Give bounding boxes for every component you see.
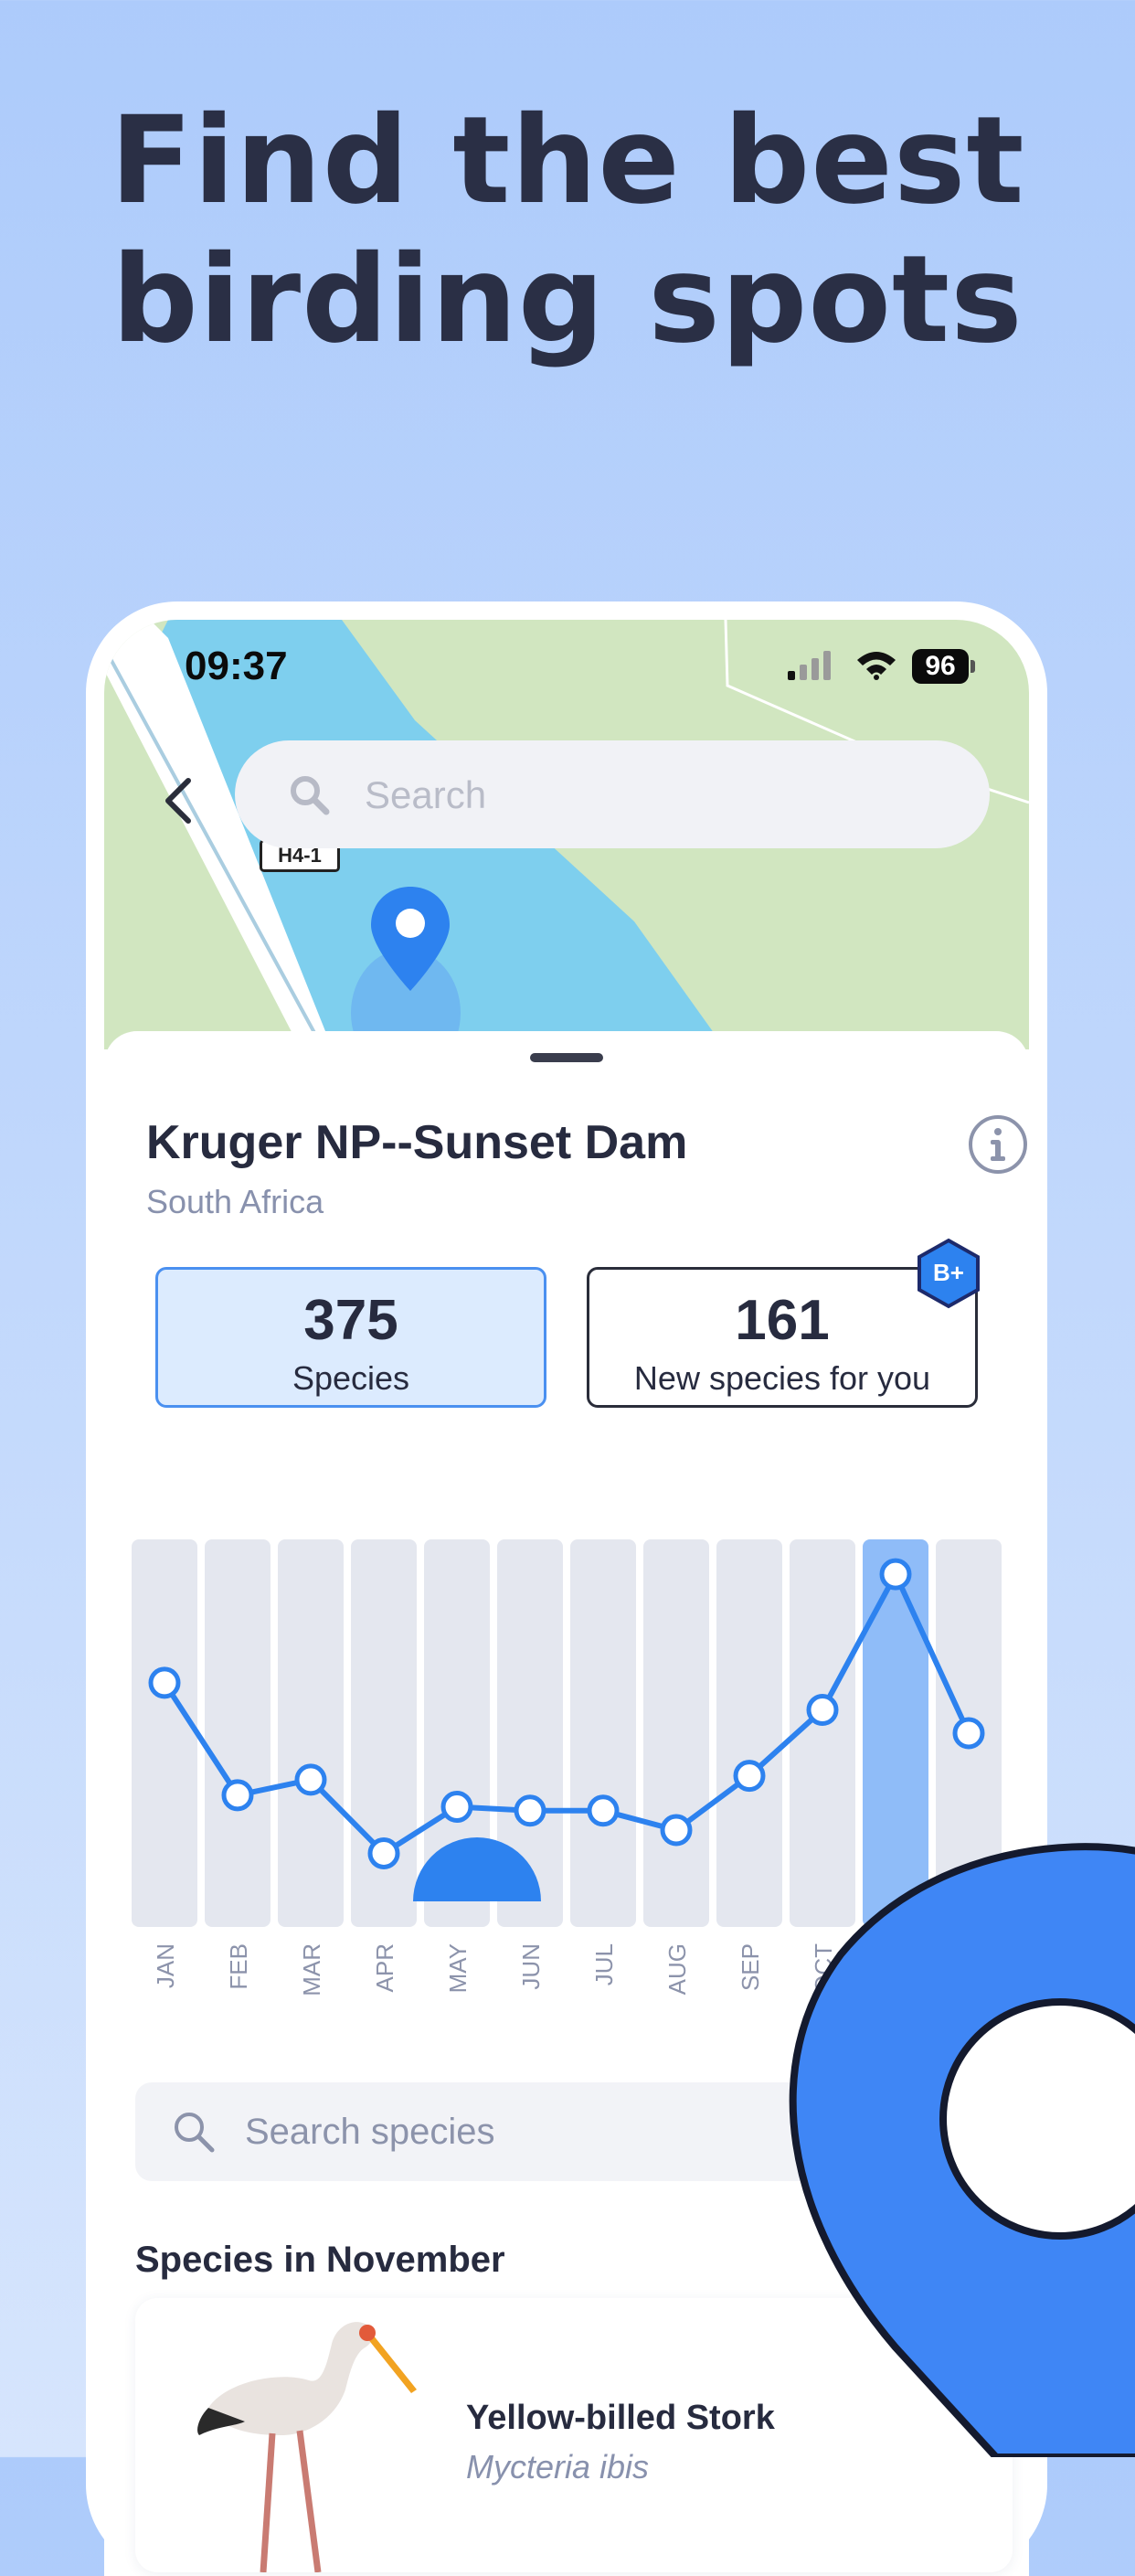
chart-point-nov	[879, 1558, 912, 1591]
species-count-card[interactable]: 375 Species	[155, 1267, 546, 1408]
bird-photo	[197, 2322, 417, 2572]
chart-tick-jan: JAN	[152, 1943, 179, 1988]
chart-tick-feb: FEB	[225, 1943, 252, 1990]
species-count-label: Species	[292, 1359, 410, 1397]
battery-cap	[971, 660, 975, 673]
premium-badge-text: B+	[933, 1259, 964, 1286]
species-common-name: Yellow-billed Stork	[466, 2399, 775, 2437]
signal-icon	[788, 651, 831, 680]
chart-point-jan	[148, 1666, 181, 1699]
chart-bar-aug[interactable]	[643, 1539, 709, 1927]
info-icon[interactable]	[967, 1113, 1029, 1176]
floating-action-button[interactable]	[413, 1828, 541, 1901]
chart-point-aug	[660, 1814, 693, 1847]
chart-bar-feb[interactable]	[205, 1539, 270, 1927]
location-country: South Africa	[146, 1183, 324, 1220]
search-icon	[175, 2113, 215, 2153]
chart-point-feb	[221, 1779, 254, 1812]
section-title: Species in November	[135, 2240, 505, 2280]
premium-badge: B+	[918, 1238, 980, 1309]
headline-line-1: Find the best	[110, 90, 1025, 231]
species-scientific-name: Mycteria ibis	[466, 2448, 650, 2486]
map-search-placeholder: Search	[365, 773, 487, 816]
chart-tick-aug: AUG	[663, 1943, 691, 1995]
chart-bar-jan[interactable]	[132, 1539, 197, 1927]
headline-line-2: birding spots	[111, 229, 1024, 370]
chart-tick-may: MAY	[444, 1943, 472, 1993]
chart-tick-mar: MAR	[298, 1943, 325, 1996]
sheet-drag-handle[interactable]	[530, 1053, 603, 1062]
clock: 09:37	[185, 644, 288, 688]
battery-indicator: 96	[912, 649, 969, 684]
chart-point-may	[440, 1791, 473, 1824]
chart-bar-mar[interactable]	[278, 1539, 344, 1927]
species-search-placeholder: Search species	[245, 2112, 495, 2152]
chart-point-jun	[514, 1794, 546, 1827]
location-title: Kruger NP--Sunset Dam	[146, 1116, 688, 1169]
location-pin-icon[interactable]	[369, 885, 451, 993]
chart-point-sep	[733, 1760, 766, 1793]
chart-tick-apr: APR	[371, 1943, 398, 1992]
chart-point-oct	[806, 1694, 839, 1727]
chart-tick-jul: JUL	[590, 1943, 618, 1985]
chart-point-apr	[367, 1836, 400, 1869]
chart-tick-jun: JUN	[517, 1943, 545, 1990]
species-count: 375	[303, 1289, 398, 1352]
search-icon	[291, 776, 330, 815]
map-search-bar[interactable]: Search	[235, 740, 990, 848]
chart-point-mar	[294, 1763, 327, 1796]
status-bar: 09:37 96	[104, 620, 1029, 711]
back-button[interactable]	[154, 773, 208, 828]
headline: Find the best birding spots	[0, 91, 1135, 369]
new-species-label: New species for you	[633, 1359, 931, 1397]
wifi-icon	[857, 652, 896, 680]
chart-point-jul	[587, 1794, 620, 1827]
map-pin-icon	[789, 1843, 1135, 2457]
chart-point-dec	[952, 1717, 985, 1750]
chart-bar-jul[interactable]	[570, 1539, 636, 1927]
